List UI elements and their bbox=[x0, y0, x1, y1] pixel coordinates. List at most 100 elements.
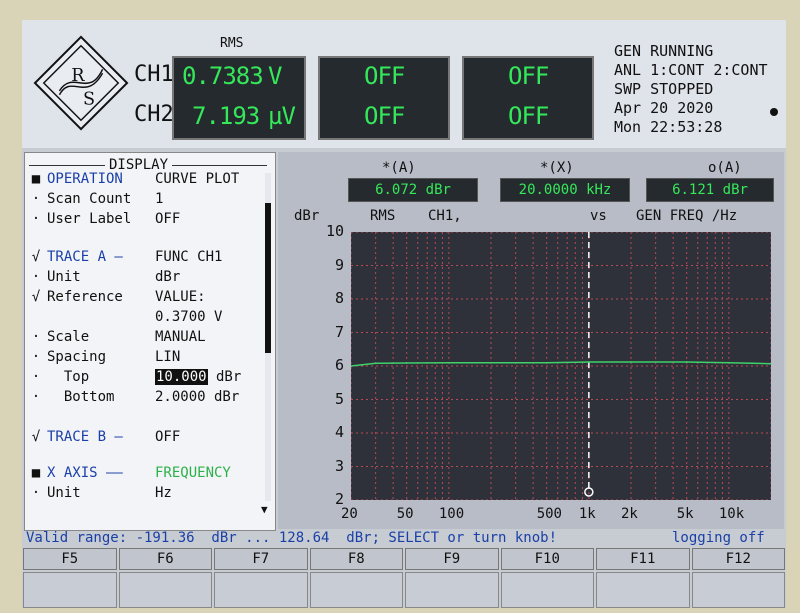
row-marker: · bbox=[31, 485, 41, 501]
softkey-f6-button[interactable] bbox=[118, 572, 212, 608]
y-tick-label: 10 bbox=[325, 222, 344, 240]
row-label: Unit bbox=[47, 269, 81, 285]
cursor-o-value: 6.121 dBr bbox=[646, 178, 774, 202]
panel-row[interactable]: · Scan Count 1 bbox=[25, 191, 164, 207]
channel-plot-label: CH1, bbox=[428, 208, 462, 224]
y-tick-label: 5 bbox=[334, 389, 344, 408]
row-marker: · bbox=[31, 269, 41, 285]
plot-panel: *(A) *(X) o(A) 6.072 dBr 20.0000 kHz 6.1… bbox=[278, 152, 784, 529]
trace-a-point bbox=[728, 361, 730, 364]
panel-row[interactable]: · Spacing LIN bbox=[25, 349, 181, 365]
panel-row[interactable]: 0.3700 V bbox=[25, 309, 222, 325]
vs-label: vs bbox=[590, 208, 607, 224]
cursor-o-label: o(A) bbox=[708, 160, 742, 176]
row-value: OFF bbox=[155, 211, 181, 227]
scrollbar-thumb[interactable] bbox=[265, 203, 271, 353]
row-marker: · bbox=[31, 211, 41, 227]
panel-row[interactable]: √ TRACE A — FUNC CH1 bbox=[25, 249, 223, 265]
fkey-f10-label: F10 bbox=[500, 548, 594, 570]
softkey-f5-button[interactable] bbox=[23, 572, 117, 608]
x-tick-label: 5k bbox=[676, 506, 694, 522]
row-label: User Label bbox=[47, 211, 132, 227]
box2-top: OFF bbox=[364, 62, 405, 90]
fkey-f12-label: F12 bbox=[691, 548, 785, 570]
measurement-header: R S RMS CH1 CH2 0.7383 V 7.193 µV OFF OF… bbox=[22, 20, 786, 148]
panel-row[interactable]: · User Label OFF bbox=[25, 211, 181, 227]
x-axis-func-label: GEN FREQ /Hz bbox=[636, 208, 738, 224]
panel-row[interactable]: √ TRACE B — OFF bbox=[25, 429, 181, 445]
valid-range-text: Valid range: -191.36 dBr ... 128.64 dBr;… bbox=[26, 530, 558, 546]
row-label: TRACE A — bbox=[47, 249, 123, 265]
row-marker: ■ bbox=[31, 171, 41, 187]
panel-row[interactable]: · Top 10.000 dBr bbox=[25, 369, 241, 385]
x-tick-label: 500 bbox=[536, 506, 562, 522]
ch2-value: 7.193 bbox=[192, 102, 260, 130]
row-label: Bottom bbox=[47, 389, 115, 405]
softkey-f9-button[interactable] bbox=[405, 572, 499, 608]
row-value: 2.0000 dBr bbox=[155, 389, 240, 405]
y-tick-label: 6 bbox=[334, 356, 344, 374]
softkey-f8-button[interactable] bbox=[309, 572, 403, 608]
softkey-f11-button[interactable] bbox=[596, 572, 690, 608]
trace-a-line bbox=[351, 361, 771, 367]
row-marker: √ bbox=[31, 429, 41, 445]
softkey-f7-button[interactable] bbox=[214, 572, 308, 608]
row-label: Reference bbox=[47, 289, 123, 305]
fkey-f11-label: F11 bbox=[596, 548, 690, 570]
trace-a-point bbox=[448, 361, 450, 364]
svg-text:S: S bbox=[83, 90, 95, 110]
row-value: CURVE PLOT bbox=[155, 171, 240, 187]
row-value: Hz bbox=[155, 485, 172, 501]
row-value-selected[interactable]: 10.000 bbox=[155, 369, 208, 385]
ch2-label: CH2 bbox=[134, 102, 174, 127]
y-tick-label: 8 bbox=[334, 289, 344, 307]
cursor-x-value: 20.0000 kHz bbox=[500, 178, 630, 202]
trace-a-point bbox=[545, 361, 548, 364]
row-label: X AXIS —— bbox=[47, 465, 123, 481]
status-time: Mon 22:53:28 bbox=[614, 118, 723, 136]
trace-a-point bbox=[685, 361, 688, 363]
fkey-f6-label: F6 bbox=[118, 548, 212, 570]
panel-row[interactable]: ■ OPERATION CURVE PLOT bbox=[25, 171, 240, 187]
scroll-down-arrow-icon[interactable]: ▼ bbox=[261, 503, 268, 516]
fkey-f9-label: F9 bbox=[405, 548, 499, 570]
rms-label: RMS bbox=[220, 36, 244, 51]
row-value: MANUAL bbox=[155, 329, 206, 345]
rms-plot-label: RMS bbox=[370, 208, 396, 224]
row-marker: · bbox=[31, 329, 41, 345]
row-marker: · bbox=[31, 191, 41, 207]
ch-display: 0.7383 V 7.193 µV bbox=[172, 56, 306, 140]
trace-a-point bbox=[490, 361, 492, 364]
cursor-x-label: *(X) bbox=[540, 160, 574, 176]
curve-plot[interactable] bbox=[351, 232, 771, 500]
trace-a-point bbox=[588, 361, 590, 363]
fkey-f5-label: F5 bbox=[23, 548, 117, 570]
panel-row[interactable]: · Unit Hz bbox=[25, 485, 172, 501]
softkey-f12-button[interactable] bbox=[691, 572, 785, 608]
panel-scrollbar[interactable] bbox=[265, 173, 271, 501]
row-marker: √ bbox=[31, 249, 41, 265]
status-line: Valid range: -191.36 dBr ... 128.64 dBr;… bbox=[26, 530, 786, 546]
row-marker: · bbox=[31, 349, 41, 365]
row-marker: ■ bbox=[31, 465, 41, 481]
status-date: Apr 20 2020 bbox=[614, 99, 714, 117]
fkey-f7-label: F7 bbox=[214, 548, 308, 570]
panel-row[interactable]: √ Reference VALUE: bbox=[25, 289, 206, 305]
box2-bottom: OFF bbox=[364, 102, 405, 130]
row-label: OPERATION bbox=[47, 171, 123, 187]
x-tick-label: 50 bbox=[396, 506, 414, 522]
row-value: OFF bbox=[155, 429, 181, 445]
function-display-2: OFF OFF bbox=[318, 56, 450, 140]
panel-row[interactable]: · Bottom 2.0000 dBr bbox=[25, 389, 240, 405]
box3-bottom: OFF bbox=[508, 102, 549, 130]
row-marker: · bbox=[31, 369, 41, 385]
softkey-f10-button[interactable] bbox=[500, 572, 594, 608]
row-value: FUNC CH1 bbox=[155, 249, 223, 265]
trace-a-point bbox=[630, 361, 632, 363]
panel-row[interactable]: · Scale MANUAL bbox=[25, 329, 206, 345]
x-tick-label: 1k bbox=[578, 506, 596, 522]
panel-row[interactable]: · Unit dBr bbox=[25, 269, 181, 285]
panel-row[interactable]: ■ X AXIS —— FREQUENCY bbox=[25, 465, 231, 481]
row-label: Scale bbox=[47, 329, 90, 345]
row-label: Scan Count bbox=[47, 191, 132, 207]
